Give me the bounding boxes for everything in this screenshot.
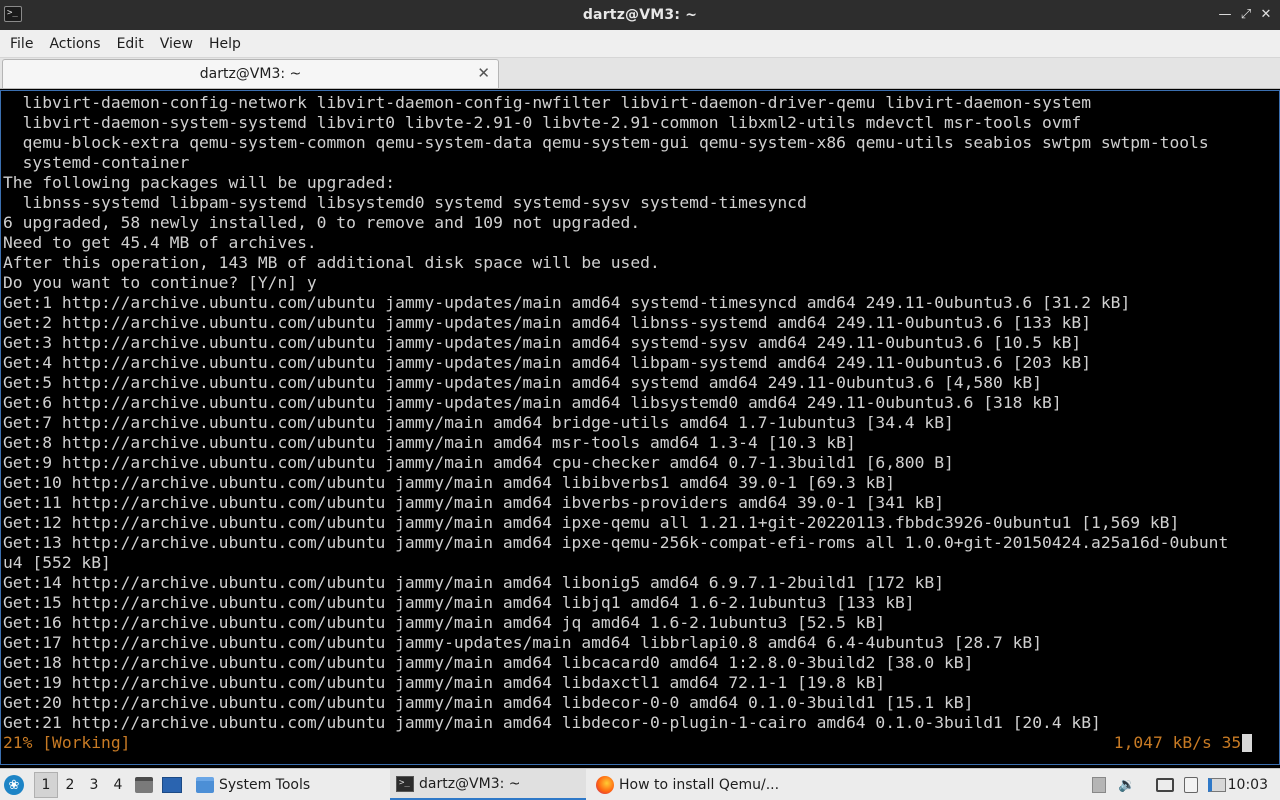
tab-terminal[interactable]: dartz@VM3: ~ ✕ — [2, 59, 499, 88]
task-terminal[interactable]: >_ dartz@VM3: ~ — [390, 769, 586, 800]
terminal-line: Need to get 45.4 MB of archives. — [3, 233, 317, 252]
terminal-line: Get:6 http://archive.ubuntu.com/ubuntu j… — [3, 393, 1062, 412]
tab-close-icon[interactable]: ✕ — [477, 64, 490, 82]
task-system-tools[interactable]: System Tools — [190, 769, 386, 800]
menubar: File Actions Edit View Help — [0, 30, 1280, 58]
terminal-line: Get:12 http://archive.ubuntu.com/ubuntu … — [3, 513, 1180, 532]
terminal-icon[interactable]: >_ — [4, 6, 22, 22]
clipboard-icon[interactable] — [1180, 769, 1202, 800]
window-title: dartz@VM3: ~ — [582, 7, 698, 23]
terminal-line: Get:2 http://archive.ubuntu.com/ubuntu j… — [3, 313, 1092, 332]
update-icon[interactable] — [1088, 769, 1110, 800]
terminal-line: Get:7 http://archive.ubuntu.com/ubuntu j… — [3, 413, 954, 432]
monitor-icon[interactable] — [1154, 769, 1176, 800]
terminal-line: Get:3 http://archive.ubuntu.com/ubuntu j… — [3, 333, 1082, 352]
task-label: dartz@VM3: ~ — [419, 775, 521, 792]
terminal-line: libnss-systemd libpam-systemd libsystemd… — [3, 193, 807, 212]
menu-edit[interactable]: Edit — [111, 36, 150, 52]
task-firefox[interactable]: How to install Qemu/... — [590, 769, 790, 800]
workspace-2[interactable]: 2 — [58, 769, 82, 800]
task-label: System Tools — [219, 777, 311, 793]
terminal-line: 6 upgraded, 58 newly installed, 0 to rem… — [3, 213, 641, 232]
terminal-line: qemu-block-extra qemu-system-common qemu… — [3, 133, 1209, 152]
terminal-line: Get:5 http://archive.ubuntu.com/ubuntu j… — [3, 373, 1043, 392]
terminal-line: Get:14 http://archive.ubuntu.com/ubuntu … — [3, 573, 945, 592]
task-label: How to install Qemu/... — [619, 777, 780, 793]
minimize-icon[interactable]: — — [1216, 5, 1234, 23]
tab-bar: dartz@VM3: ~ ✕ — [0, 58, 1280, 89]
tab-label: dartz@VM3: ~ — [199, 66, 302, 82]
terminal-lines: libvirt-daemon-config-network libvirt-da… — [3, 93, 1228, 733]
network-icon[interactable] — [1206, 769, 1228, 800]
terminal-line: libvirt-daemon-config-network libvirt-da… — [3, 93, 1092, 112]
terminal-line: Get:20 http://archive.ubuntu.com/ubuntu … — [3, 693, 974, 712]
terminal-line: Get:8 http://archive.ubuntu.com/ubuntu j… — [3, 433, 856, 452]
terminal-line: Get:15 http://archive.ubuntu.com/ubuntu … — [3, 593, 915, 612]
firefox-icon — [596, 776, 614, 794]
window-icon[interactable] — [162, 769, 182, 800]
terminal-line: Do you want to continue? [Y/n] y — [3, 273, 317, 292]
show-desktop-icon[interactable] — [134, 769, 154, 800]
terminal-line: Get:18 http://archive.ubuntu.com/ubuntu … — [3, 653, 974, 672]
terminal-line: The following packages will be upgraded: — [3, 173, 396, 192]
download-speed: 1,047 kB/s 35s — [1113, 733, 1251, 752]
close-icon[interactable]: ✕ — [1257, 5, 1275, 23]
menu-file[interactable]: File — [4, 36, 39, 52]
terminal-line: systemd-container — [3, 153, 190, 172]
folder-icon — [196, 777, 214, 793]
terminal-line: Get:16 http://archive.ubuntu.com/ubuntu … — [3, 613, 886, 632]
terminal-line: u4 [552 kB] — [3, 553, 111, 572]
menu-help[interactable]: Help — [203, 36, 247, 52]
workspace-3[interactable]: 3 — [82, 769, 106, 800]
clock[interactable]: 10:03 — [1228, 769, 1268, 800]
maximize-icon[interactable]: ⤢ — [1237, 5, 1255, 23]
terminal-line: After this operation, 143 MB of addition… — [3, 253, 660, 272]
window-titlebar[interactable]: >_ dartz@VM3: ~ — ⤢ ✕ — [0, 0, 1280, 30]
menu-actions[interactable]: Actions — [43, 36, 106, 52]
terminal-line: Get:4 http://archive.ubuntu.com/ubuntu j… — [3, 353, 1092, 372]
terminal-line: Get:9 http://archive.ubuntu.com/ubuntu j… — [3, 453, 954, 472]
terminal-line: Get:13 http://archive.ubuntu.com/ubuntu … — [3, 533, 1229, 552]
terminal-line: Get:19 http://archive.ubuntu.com/ubuntu … — [3, 673, 886, 692]
terminal-line: Get:1 http://archive.ubuntu.com/ubuntu j… — [3, 293, 1131, 312]
terminal-output[interactable]: libvirt-daemon-config-network libvirt-da… — [0, 90, 1280, 765]
terminal-icon: >_ — [396, 775, 414, 792]
workspace-1[interactable]: 1 — [34, 772, 58, 798]
terminal-line: Get:11 http://archive.ubuntu.com/ubuntu … — [3, 493, 945, 512]
terminal-line: Get:17 http://archive.ubuntu.com/ubuntu … — [3, 633, 1043, 652]
progress-status: 21% [Working] — [3, 733, 131, 752]
terminal-line: Get:21 http://archive.ubuntu.com/ubuntu … — [3, 713, 1101, 732]
volume-icon[interactable]: 🔉 — [1116, 769, 1138, 800]
terminal-line: libvirt-daemon-system-systemd libvirt0 l… — [3, 113, 1082, 132]
menu-view[interactable]: View — [154, 36, 199, 52]
lxqt-menu-icon[interactable]: ❀ — [4, 769, 28, 800]
workspace-4[interactable]: 4 — [106, 769, 130, 800]
terminal-cursor — [1242, 734, 1252, 752]
terminal-line: Get:10 http://archive.ubuntu.com/ubuntu … — [3, 473, 895, 492]
taskbar: ❀ 1 2 3 4 System Tools >_ dartz@VM3: ~ H… — [0, 768, 1280, 800]
